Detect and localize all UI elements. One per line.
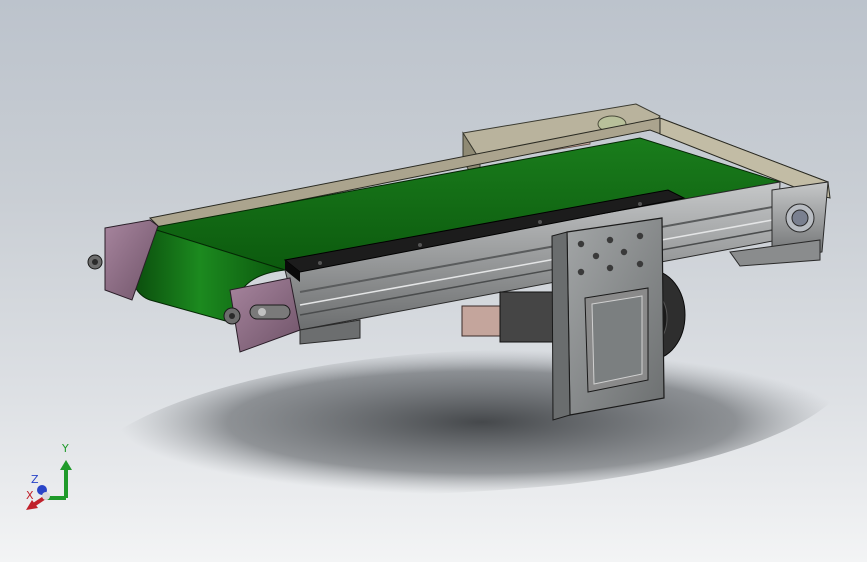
mounting-bracket[interactable] [551,217,665,421]
triad-x-label: X [26,489,34,502]
triad-y-label: Y [62,442,69,455]
graphics-viewport[interactable]: Y Z X [0,0,867,562]
triad-z-label: Z [31,473,39,486]
conveyor-model[interactable] [0,0,867,562]
floor-shadow [118,349,845,495]
orientation-triad[interactable]: Y Z X [22,440,82,515]
